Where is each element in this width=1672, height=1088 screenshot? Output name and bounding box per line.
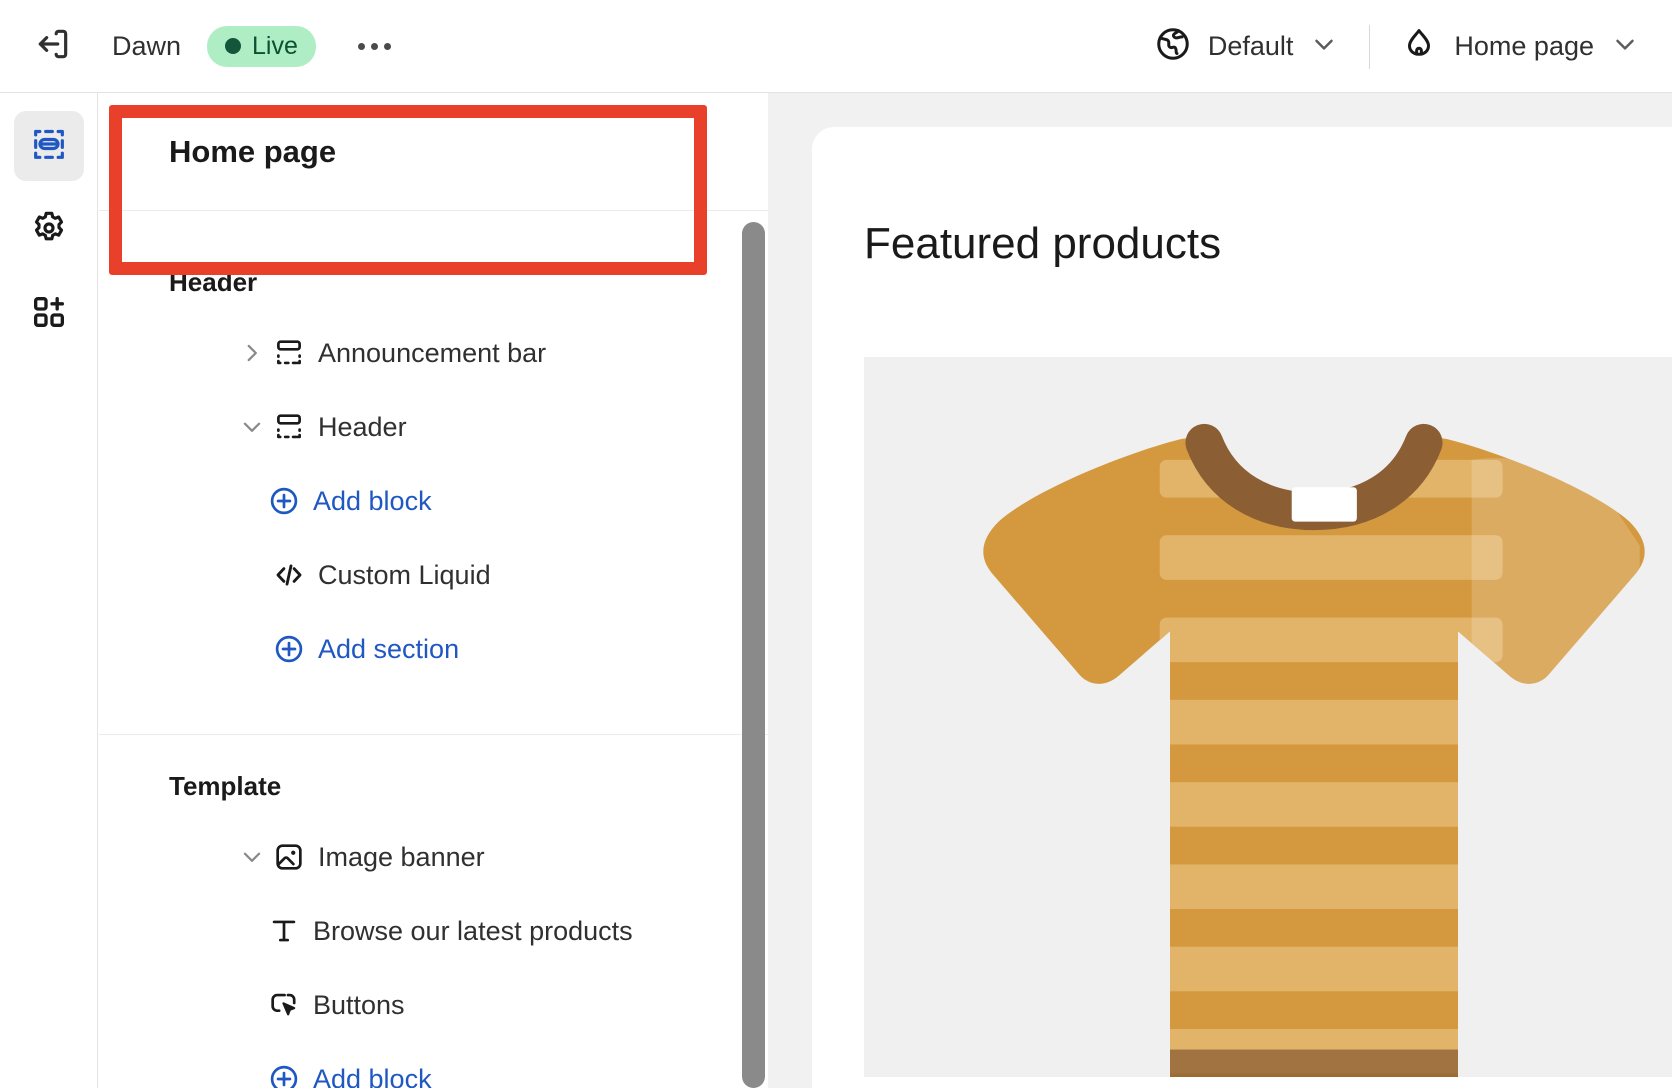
sidebar-header: Home page — [99, 93, 768, 211]
sidebar-scrollbar-track[interactable] — [768, 93, 790, 1088]
featured-products-heading: Featured products — [864, 219, 1222, 268]
list-item-label: Buttons — [313, 989, 405, 1020]
list-item-image-banner[interactable]: Image banner — [99, 820, 768, 894]
sidebar-group-template: Template Image banner Browse our latest … — [99, 735, 768, 1088]
product-card[interactable] — [864, 357, 1672, 1077]
sidebar-item-theme-settings[interactable] — [14, 195, 84, 265]
add-block-label: Add block — [313, 1063, 432, 1088]
status-badge-label: Live — [252, 31, 298, 60]
add-block-button-header[interactable]: Add block — [99, 464, 768, 538]
more-actions-button[interactable] — [350, 23, 400, 69]
apps-add-icon — [29, 292, 69, 337]
list-item-custom-liquid[interactable]: Custom Liquid — [99, 538, 768, 612]
top-bar: Dawn Live Default Home page — [0, 0, 1672, 93]
sidebar-item-apps[interactable] — [14, 279, 84, 349]
add-section-button[interactable]: Add section — [99, 612, 768, 686]
list-item-label: Custom Liquid — [318, 559, 491, 590]
gear-icon — [29, 208, 69, 253]
theme-editor-window: Dawn Live Default Home page Home page He… — [0, 0, 1672, 1088]
list-item-buttons[interactable]: Buttons — [99, 968, 768, 1042]
sidebar-item-sections[interactable] — [13, 111, 84, 181]
chevron-down-icon — [1610, 29, 1640, 64]
chevron-down-icon[interactable] — [232, 414, 272, 440]
plus-circle-icon — [267, 1062, 313, 1088]
top-bar-right: Default Home page — [1140, 0, 1672, 93]
icon-rail — [0, 93, 98, 1088]
list-item-announcement-bar[interactable]: Announcement bar — [99, 316, 768, 390]
sidebar-group-header: Header Announcement bar Header Add block… — [99, 211, 768, 735]
image-icon — [272, 840, 318, 874]
page-picker[interactable]: Home page — [1386, 17, 1654, 76]
list-item-browse-our-latest-products[interactable]: Browse our latest products — [99, 894, 768, 968]
exit-editor-button[interactable] — [30, 23, 76, 69]
list-item-label: Image banner — [318, 841, 485, 872]
ellipsis-icon — [358, 42, 392, 50]
sidebar-scrollbar-thumb[interactable] — [742, 222, 765, 1088]
list-item-label: Header — [318, 411, 407, 442]
add-block-button-image-banner[interactable]: Add block — [99, 1042, 768, 1088]
code-icon — [272, 558, 318, 592]
globe-icon — [1154, 25, 1192, 68]
list-item-header[interactable]: Header — [99, 390, 768, 464]
plus-circle-icon — [267, 484, 313, 518]
exit-door-icon — [34, 25, 72, 68]
add-section-label: Add section — [318, 633, 460, 664]
list-item-label: Browse our latest products — [313, 915, 633, 946]
list-item-label: Announcement bar — [318, 337, 547, 368]
section-icon — [272, 336, 318, 370]
section-icon — [272, 410, 318, 444]
top-bar-left: Dawn Live — [0, 23, 400, 69]
page-title: Home page — [169, 133, 337, 169]
button-icon — [267, 988, 313, 1022]
market-picker[interactable]: Default — [1140, 17, 1354, 76]
chevron-down-icon[interactable] — [232, 844, 272, 870]
home-icon — [1400, 25, 1438, 68]
group-label-template: Template — [169, 771, 282, 801]
market-picker-label: Default — [1207, 31, 1294, 61]
group-label-header: Header — [169, 267, 258, 297]
page-picker-label: Home page — [1454, 31, 1594, 61]
status-dot-icon — [225, 38, 242, 54]
text-icon — [267, 914, 313, 948]
plus-circle-icon — [272, 632, 318, 666]
chevron-down-icon — [1309, 29, 1339, 64]
store-preview-pane: Featured products — [790, 93, 1672, 1088]
status-badge: Live — [207, 25, 316, 67]
sections-sidebar: Home page Header Announcement bar Header… — [99, 93, 769, 1088]
sections-icon — [29, 124, 69, 169]
add-block-label: Add block — [313, 485, 432, 516]
chevron-right-icon[interactable] — [232, 340, 272, 366]
toolbar-divider — [1369, 24, 1371, 69]
striped-tshirt-image — [983, 423, 1645, 1077]
theme-name[interactable]: Dawn — [112, 31, 181, 62]
preview-canvas[interactable]: Featured products — [812, 127, 1672, 1088]
